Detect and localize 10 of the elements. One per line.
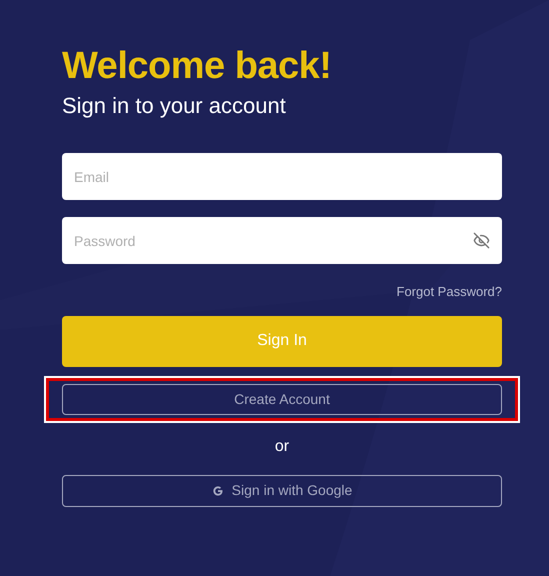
create-account-button[interactable]: Create Account xyxy=(62,384,502,415)
or-separator: or xyxy=(274,436,290,457)
subheading: Sign in to your account xyxy=(62,92,287,120)
welcome-heading: Welcome back! xyxy=(62,44,332,89)
google-sign-in-button[interactable]: Sign in with Google xyxy=(62,474,502,507)
eye-off-icon[interactable] xyxy=(473,232,490,250)
forgot-password-link[interactable]: Forgot Password? xyxy=(396,282,502,302)
google-icon xyxy=(212,484,224,497)
password-field[interactable]: Password xyxy=(62,217,502,264)
email-field[interactable]: Email xyxy=(62,153,502,200)
